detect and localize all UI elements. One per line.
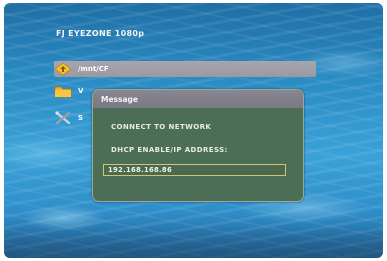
message-dialog: Message CONNECT TO NETWORK DHCP ENABLE/I… [92,89,304,202]
file-list-item-label: /mnt/CF [78,65,109,73]
bottom-band [4,226,383,258]
file-list-item-label: S [78,114,84,122]
folder-icon [54,84,72,98]
dialog-prompt-line: DHCP ENABLE/IP ADDRESS: [111,146,228,154]
folder-up-diamond-icon [54,62,72,76]
ip-address-field[interactable]: 192.168.168.86 [103,164,286,176]
ip-address-value: 192.168.168.86 [108,166,172,174]
dialog-title: Message [101,94,138,104]
tools-icon [54,111,72,125]
dialog-message-line: CONNECT TO NETWORK [111,123,212,131]
file-list-item-s[interactable]: S [54,110,94,126]
file-list-item-mnt-cf[interactable]: /mnt/CF [54,61,316,77]
file-list-item-v[interactable]: V [54,83,94,99]
file-list-item-label: V [78,87,84,95]
dialog-header: Message [93,90,303,108]
tv-screen: FJ EYEZONE 1080p /mnt/CF V S Message CON… [4,3,383,258]
app-title: FJ EYEZONE 1080p [56,29,145,38]
